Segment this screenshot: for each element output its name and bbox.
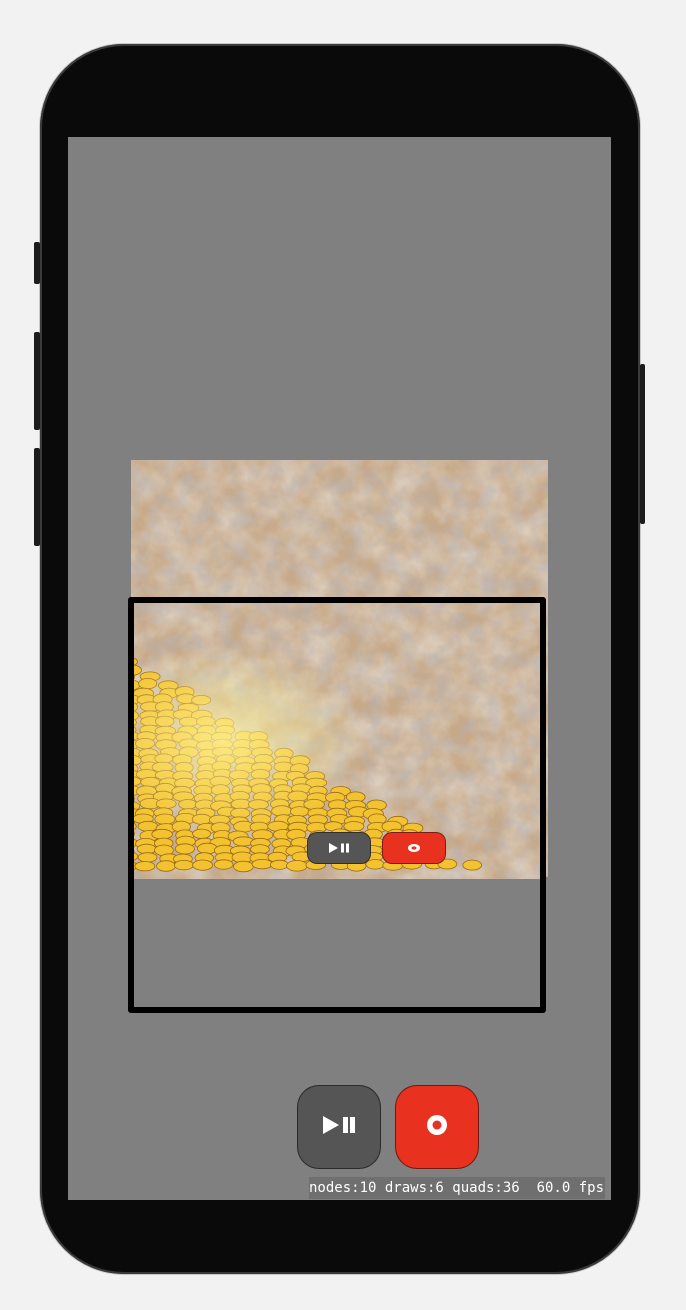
volume-up-button (34, 332, 40, 430)
render-stats-label: nodes:10 draws:6 quads:36 60.0 fps (309, 1177, 605, 1199)
volume-down-button (34, 448, 40, 546)
play-pause-icon (327, 842, 351, 854)
coin-scene (134, 603, 540, 879)
device-screen: nodes:10 draws:6 quads:36 60.0 fps (68, 137, 611, 1200)
record-button[interactable] (395, 1085, 479, 1169)
play-pause-icon (322, 1114, 356, 1140)
record-icon (406, 843, 422, 853)
mini-play-pause-button[interactable] (307, 832, 371, 864)
viewport-frame[interactable] (128, 597, 546, 1013)
record-icon (426, 1114, 448, 1140)
play-pause-button[interactable] (297, 1085, 381, 1169)
mute-switch (34, 242, 40, 284)
power-button (640, 364, 645, 524)
mini-record-button[interactable] (382, 832, 446, 864)
